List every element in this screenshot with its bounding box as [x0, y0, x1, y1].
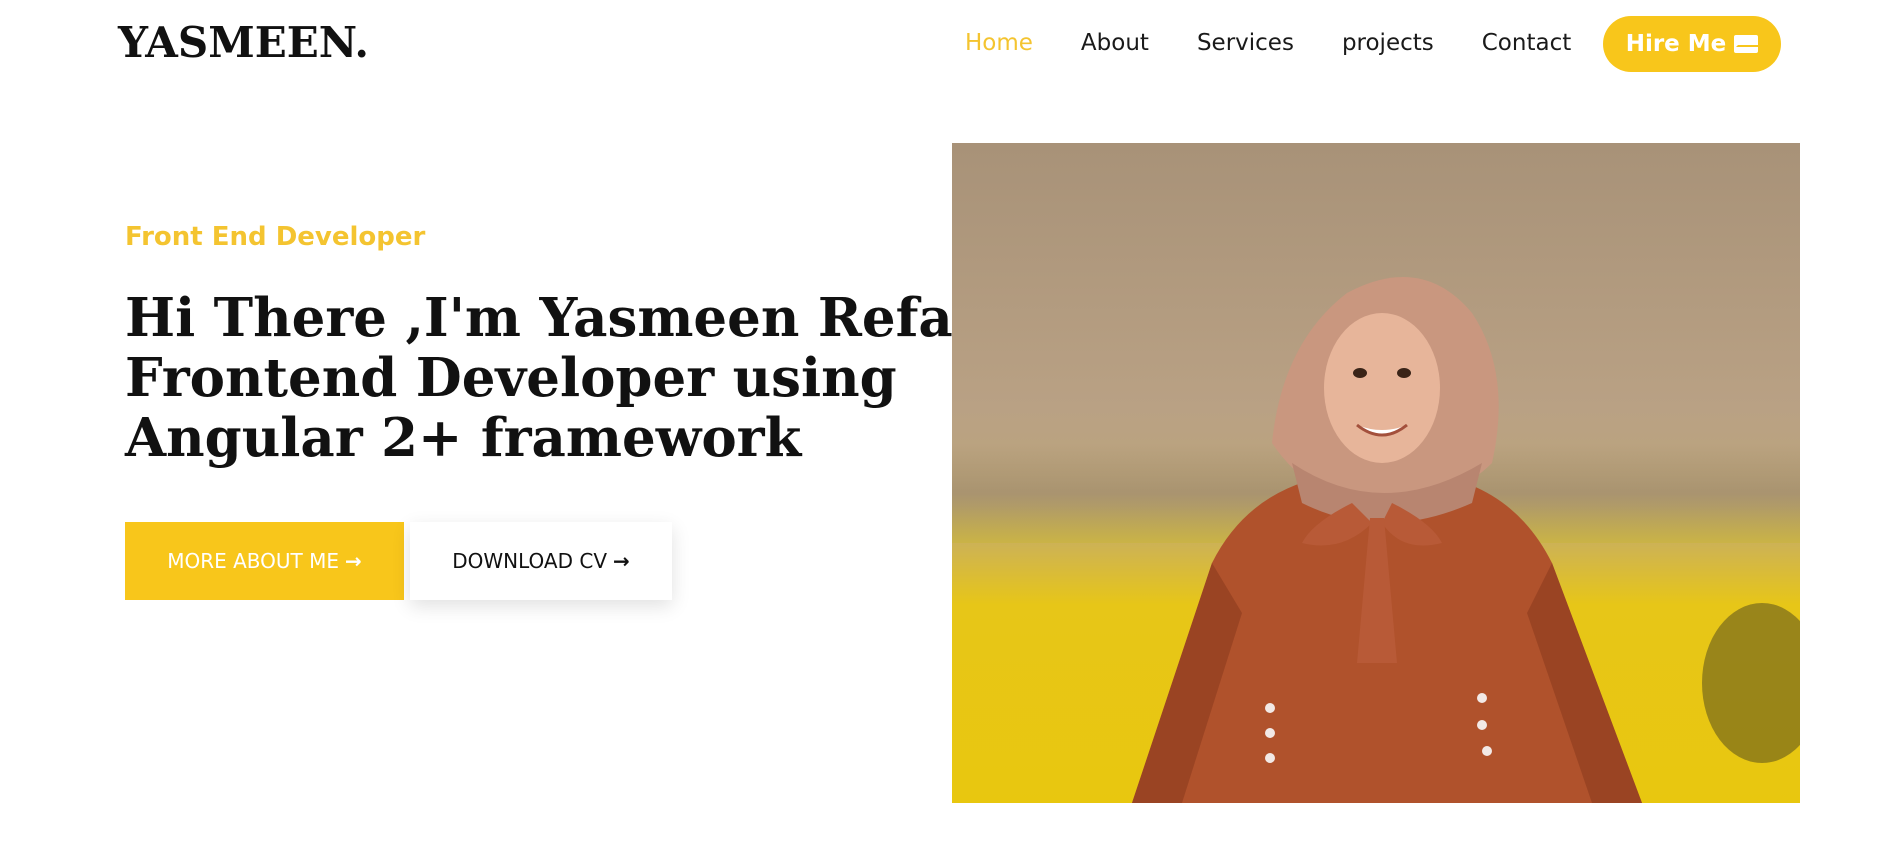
nav-contact[interactable]: Contact: [1482, 30, 1571, 56]
more-about-me-button[interactable]: MORE ABOUT ME →: [125, 522, 404, 600]
person-illustration: [1132, 277, 1800, 803]
nav-projects[interactable]: projects: [1342, 30, 1434, 56]
envelope-icon: [1734, 35, 1761, 53]
site-logo[interactable]: YASMEEN.: [118, 18, 369, 67]
arrow-right-icon: →: [613, 549, 630, 573]
nav-about[interactable]: About: [1081, 30, 1149, 56]
hire-me-button[interactable]: Hire Me: [1603, 16, 1781, 72]
hire-me-label: Hire Me: [1625, 31, 1727, 57]
nav-services[interactable]: Services: [1197, 30, 1294, 56]
arrow-right-icon: →: [345, 549, 362, 573]
hero-headline: Hi There ,I'm Yasmeen Refay Frontend Dev…: [125, 287, 984, 469]
hero-subtitle: Front End Developer: [125, 222, 426, 252]
download-cv-button[interactable]: DOWNLOAD CV →: [410, 522, 672, 600]
main-nav: Home About Services projects Contact: [965, 30, 1619, 56]
nav-home[interactable]: Home: [965, 30, 1033, 56]
headline-line: Frontend Developer using: [125, 347, 897, 409]
headline-line: Hi There ,I'm Yasmeen Refay: [125, 287, 984, 349]
profile-photo: [952, 143, 1800, 803]
more-about-me-label: MORE ABOUT ME: [167, 549, 340, 573]
download-cv-label: DOWNLOAD CV: [452, 549, 608, 573]
headline-line: Angular 2+ framework: [125, 407, 802, 469]
